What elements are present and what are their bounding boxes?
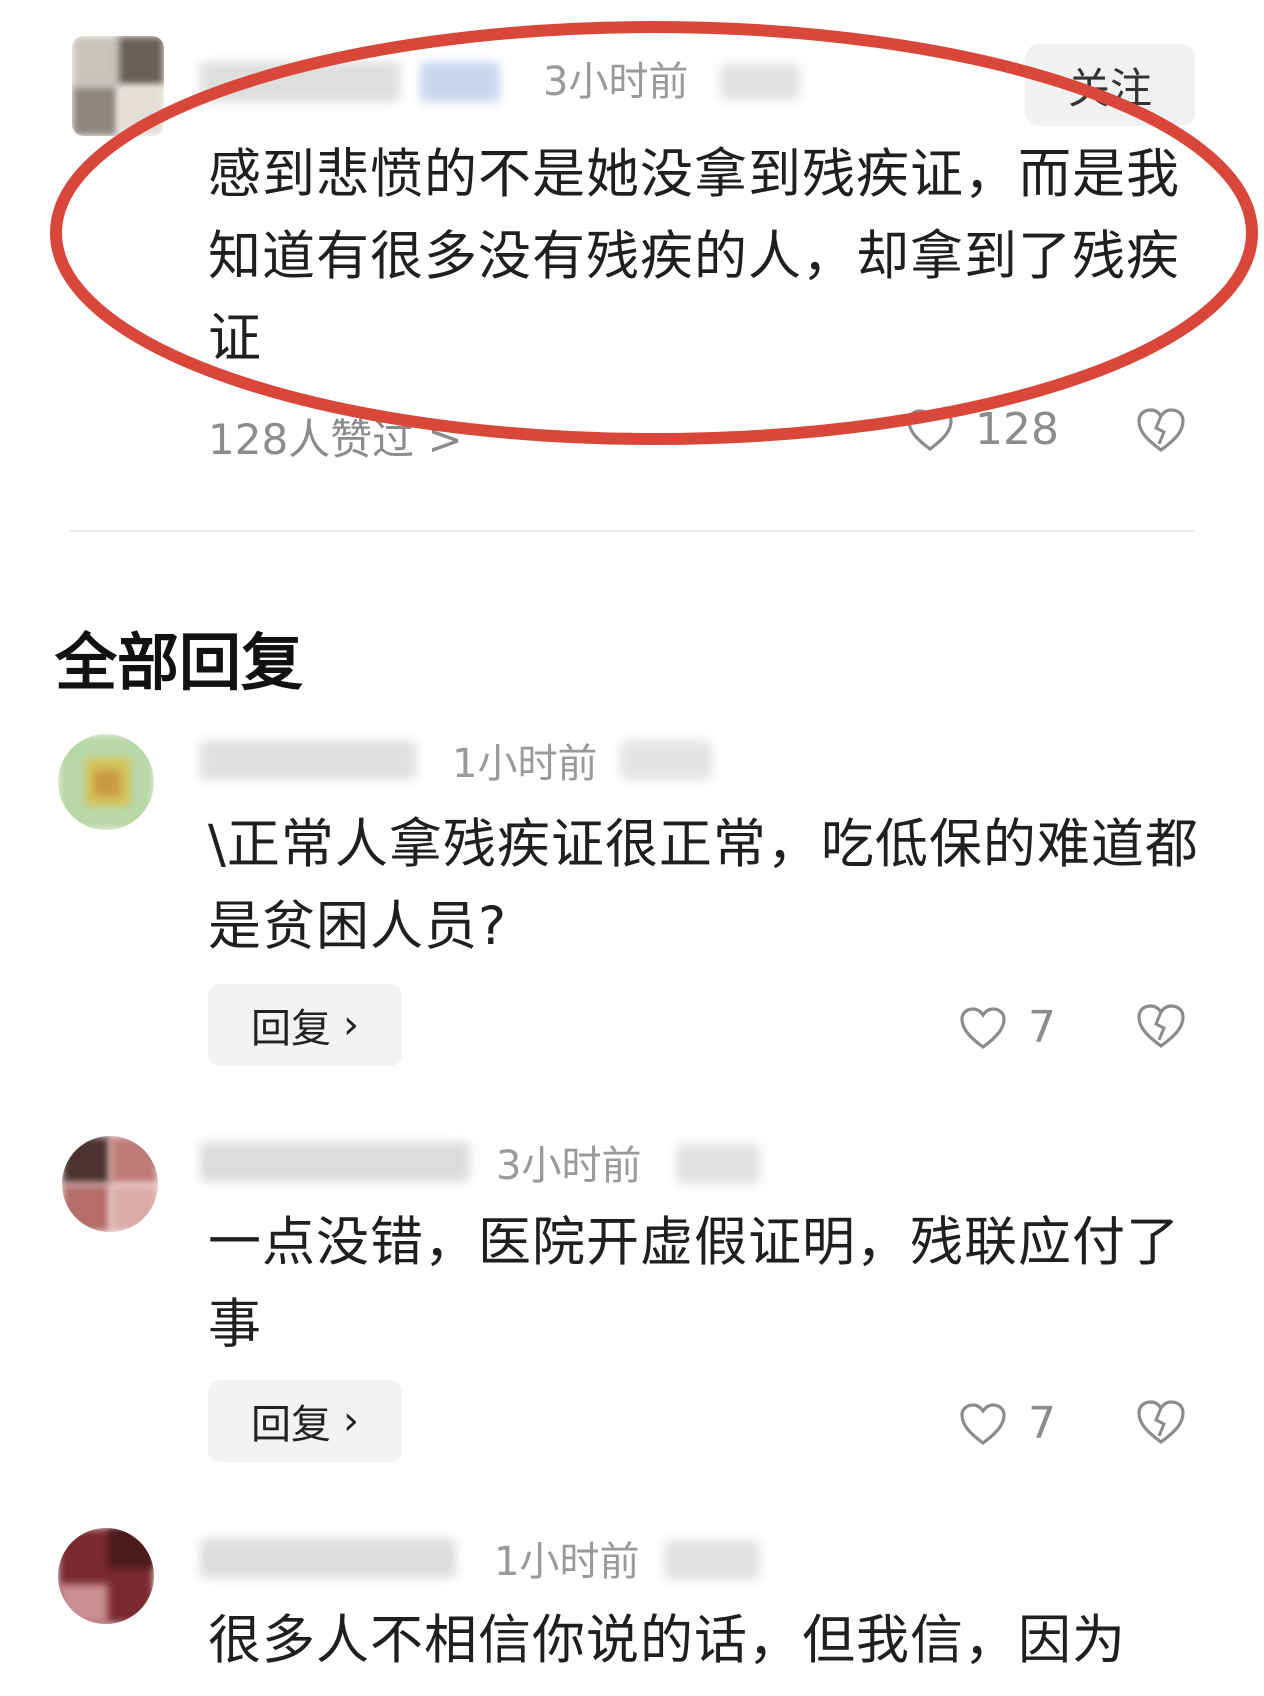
like-control[interactable]: 7 [958,1002,1056,1053]
heart-outline-icon[interactable] [958,1401,1008,1447]
reply-text: 很多人不相信你说的话，但我信，因为 [208,1610,1126,1671]
comment-time: 3小时前 [543,59,689,105]
like-control[interactable]: 7 [958,1398,1056,1449]
avatar[interactable] [62,1136,158,1232]
username-blurred[interactable] [200,740,416,780]
username-blurred[interactable] [200,1142,470,1182]
broken-heart-icon[interactable] [1135,1398,1187,1446]
reply-time: 1小时前 [494,1539,640,1585]
reply-time: 1小时前 [452,741,598,787]
reply-button-label: 回复 [251,1402,331,1448]
reply-button[interactable]: 回复 › [208,984,402,1066]
location-blurred [676,1144,760,1184]
like-count: 7 [1028,1398,1056,1449]
avatar[interactable] [58,1528,154,1624]
location-blurred [620,740,712,780]
reply-time: 3小时前 [496,1143,642,1189]
divider [70,530,1194,532]
like-count: 128 [975,404,1059,455]
like-control[interactable]: 128 [905,404,1059,455]
follow-button[interactable]: 关注 [1025,44,1195,126]
broken-heart-icon[interactable] [1135,1002,1187,1050]
reply-button[interactable]: 回复 › [208,1380,402,1462]
user-badge-blurred [420,62,500,102]
like-count: 7 [1028,1002,1056,1053]
reply-text: \正常人拿残疾证很正常，吃低保的难道都是贫困人员? [208,814,1199,957]
reply-button-label: 回复 [251,1006,331,1052]
heart-outline-icon[interactable] [905,407,955,453]
chevron-right-icon: › [343,1398,359,1444]
avatar[interactable] [72,36,164,136]
avatar[interactable] [58,734,154,830]
chevron-right-icon: › [343,1002,359,1048]
section-title: 全部回复 [55,626,304,699]
likes-summary[interactable]: 128人赞过 > [208,406,463,467]
reply-text: 一点没错，医院开虚假证明，残联应付了事 [208,1212,1180,1355]
broken-heart-icon[interactable] [1135,406,1187,454]
username-blurred[interactable] [200,62,400,102]
location-blurred [664,1540,760,1580]
heart-outline-icon[interactable] [958,1005,1008,1051]
username-blurred[interactable] [200,1538,456,1578]
location-blurred [720,64,800,100]
comment-text: 感到悲愤的不是她没拿到残疾证，而是我知道有很多没有残疾的人，却拿到了残疾证 [208,144,1180,369]
